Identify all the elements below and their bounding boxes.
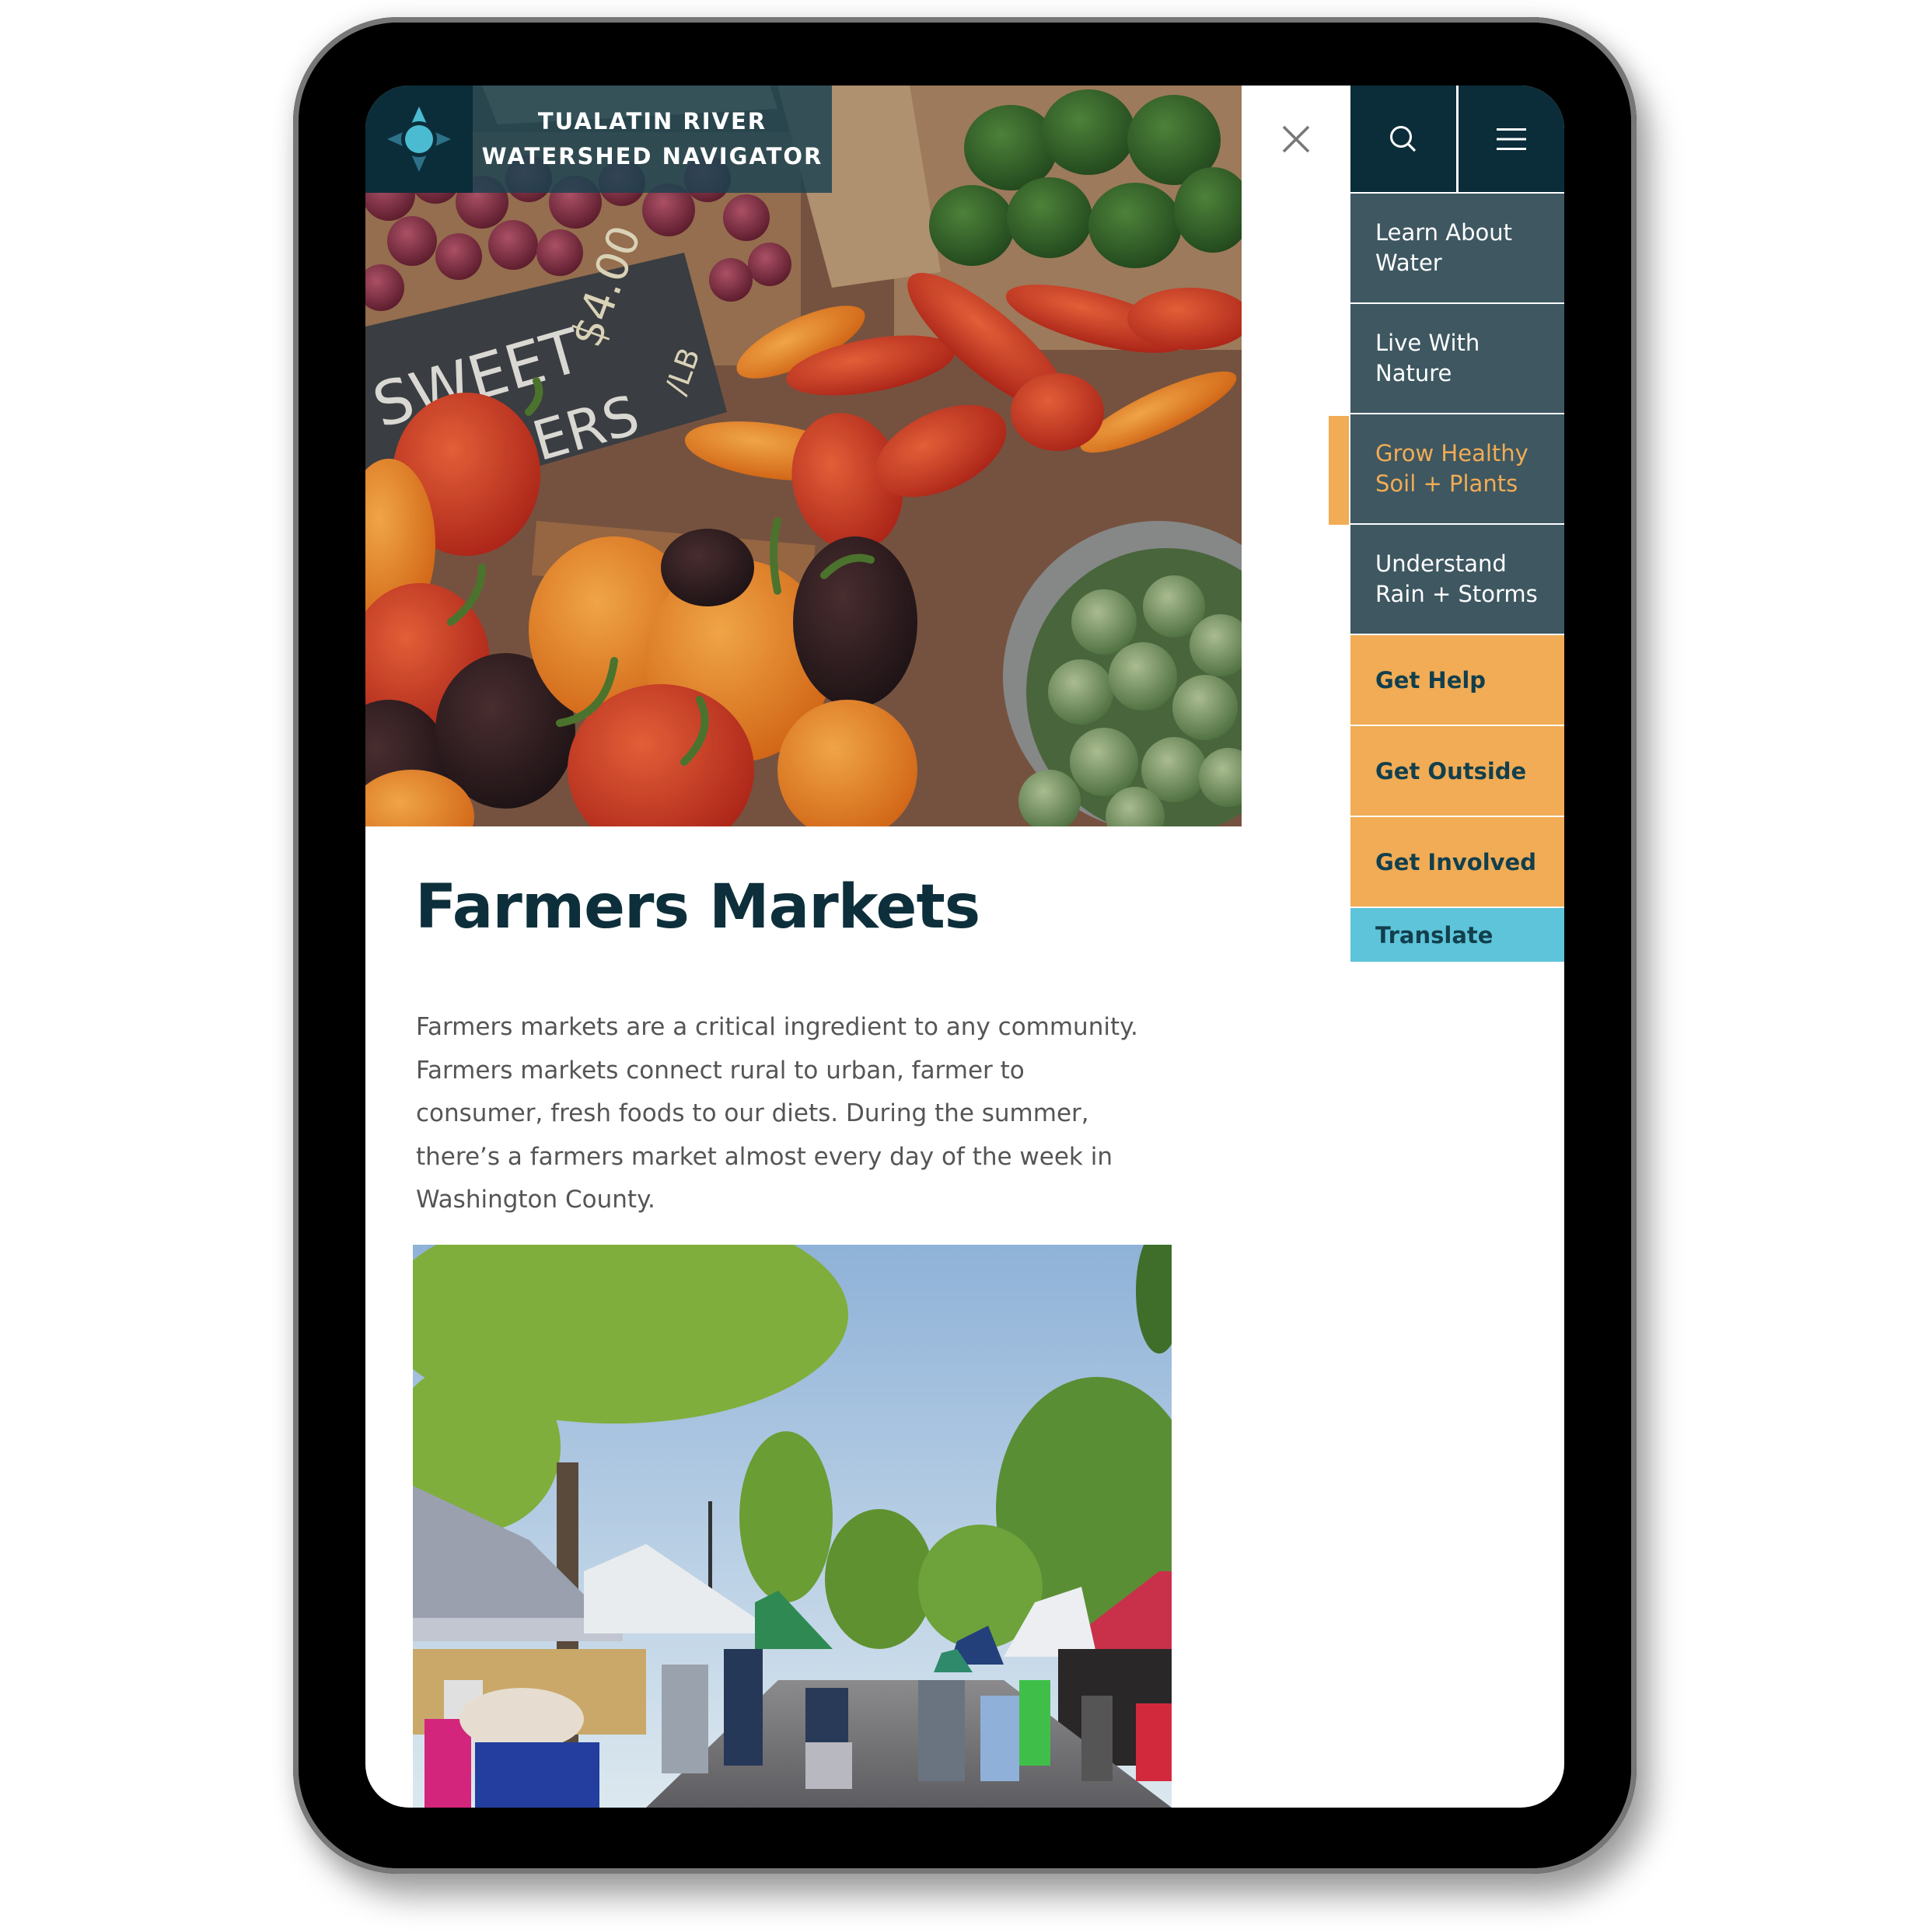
site-title[interactable]: TUALATIN RIVER WATERSHED NAVIGATOR [473, 86, 832, 193]
menu-item-label: Water [1375, 250, 1442, 276]
translate-label: Translate [1375, 921, 1494, 949]
menu-item-live-with-nature[interactable]: Live With Nature [1350, 304, 1564, 414]
site-logo[interactable] [365, 86, 473, 193]
site-title-line1: TUALATIN RIVER [537, 108, 767, 135]
screen: SWEET PEPPERS $4.00 /LB [365, 86, 1564, 1808]
menu-item-get-help[interactable]: Get Help [1350, 635, 1564, 726]
article-body: Farmers markets are a critical ingredien… [416, 1006, 1193, 1222]
translate-button[interactable]: Translate [1350, 908, 1564, 962]
hamburger-menu-icon [1497, 128, 1526, 150]
hero-photo-peppers: SWEET PEPPERS $4.00 /LB [365, 86, 1242, 826]
menu-item-label: Get Outside [1375, 757, 1527, 784]
menu-item-grow-healthy-soil-plants[interactable]: Grow Healthy Soil + Plants [1350, 414, 1564, 525]
main-menu: Learn About Water Live With Nature Grow He… [1350, 194, 1564, 962]
market-photo-illustration [413, 1245, 1172, 1808]
body-line: there’s a farmers market almost every da… [416, 1142, 1113, 1171]
menu-item-label: Nature [1375, 360, 1452, 386]
search-button[interactable] [1350, 86, 1459, 192]
header-nav [1350, 86, 1564, 192]
body-line: consumer, fresh foods to our diets. Duri… [416, 1099, 1089, 1127]
menu-item-get-involved[interactable]: Get Involved [1350, 817, 1564, 908]
site-title-line2: WATERSHED NAVIGATOR [481, 143, 823, 169]
menu-item-label: Get Help [1375, 666, 1487, 693]
menu-item-label: Understand [1375, 550, 1507, 577]
menu-item-label: Learn About [1375, 219, 1513, 246]
compass-icon [387, 107, 451, 172]
body-line: Washington County. [416, 1186, 655, 1214]
active-menu-indicator [1329, 416, 1349, 525]
body-line: Farmers markets connect rural to urban, … [416, 1056, 1025, 1085]
menu-item-learn-about-water[interactable]: Learn About Water [1350, 194, 1564, 304]
menu-item-label: Rain + Storms [1375, 581, 1538, 607]
menu-toggle-button[interactable] [1459, 86, 1564, 192]
menu-item-label: Get Involved [1375, 848, 1536, 875]
menu-item-label: Soil + Plants [1375, 470, 1518, 497]
market-photo [413, 1245, 1172, 1808]
menu-item-understand-rain-storms[interactable]: Understand Rain + Storms [1350, 525, 1564, 635]
body-line: Farmers markets are a critical ingredien… [416, 1013, 1138, 1041]
menu-item-get-outside[interactable]: Get Outside [1350, 726, 1564, 817]
search-icon [1390, 125, 1417, 152]
menu-item-label: Live With [1375, 330, 1480, 356]
menu-item-label: Grow Healthy [1375, 440, 1528, 466]
hero-image: SWEET PEPPERS $4.00 /LB [365, 86, 1242, 826]
close-icon [1282, 125, 1310, 153]
page-title: Farmers Markets [415, 872, 980, 942]
close-menu-button[interactable] [1242, 86, 1350, 193]
